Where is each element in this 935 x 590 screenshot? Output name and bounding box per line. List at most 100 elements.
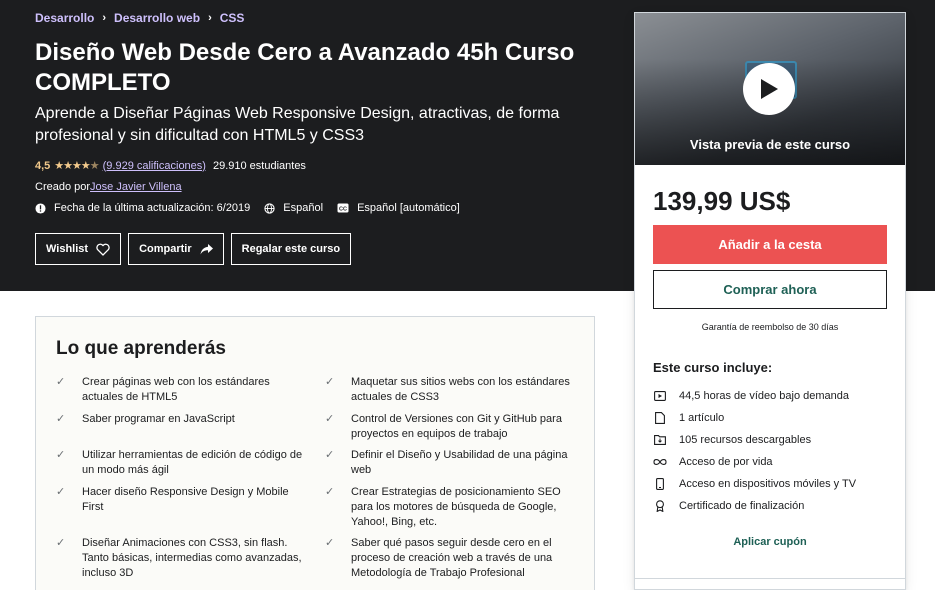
learn-item: ✓ Diseñar Animaciones con CSS3, sin flash… [56,536,311,581]
language: Español [264,202,323,214]
includes-item: Certificado de finalización [653,495,856,517]
includes-title: Este curso incluye: [653,360,773,375]
rating-row: 4,5 ★★★★★ (9.929 calificaciones) 29.910 … [35,159,306,173]
course-subtitle: Aprende a Diseñar Páginas Web Responsive… [35,105,560,144]
breadcrumb-item-desarrollo[interactable]: Desarrollo [35,11,94,25]
includes-item: Acceso en dispositivos móviles y TV [653,473,856,495]
learn-item-text: Definir el Diseño y Usabilidad de una pá… [351,449,568,476]
heart-icon [96,243,110,256]
learn-item-text: Maquetar sus sitios webs con los estánda… [351,376,570,403]
includes-item-text: Acceso de por vida [679,456,773,468]
learn-item-text: Control de Versiones con Git y GitHub pa… [351,413,562,440]
learn-item: ✓ Saber qué pasos seguir desde cero en el… [325,536,580,581]
svg-text:CC: CC [339,206,347,212]
course-meta: Fecha de la última actualización: 6/2019… [35,202,474,214]
video-icon [653,391,667,401]
includes-item: 44,5 horas de vídeo bajo demanda [653,385,856,407]
share-label: Compartir [139,243,192,255]
money-back-guarantee: Garantía de reembolso de 30 días [701,322,839,332]
learn-item-text: Utilizar herramientas de edición de códi… [82,449,303,476]
learn-list-right: ✓ Maquetar sus sitios webs con los estánd… [325,375,580,581]
language-text: Español [283,202,324,214]
course-preview[interactable]: Vista previa de este curso [635,13,905,165]
students-count: 29.910 estudiantes [212,159,306,172]
learn-item-text: Saber programar en JavaScript [82,413,235,425]
learn-item: ✓ Utilizar herramientas de edición de cód… [56,448,311,485]
rating-number: 4,5 [35,159,51,172]
check-icon: ✓ [56,413,66,425]
purchase-sidebar: Vista previa de este curso 139,99 US$ Añ… [634,12,906,590]
course-actions: Wishlist Compartir Regalar este curso [35,233,358,265]
infinity-icon [653,458,667,466]
check-icon: ✓ [325,449,335,461]
learn-item: ✓ Maquetar sus sitios webs con los estánd… [325,375,580,412]
apply-coupon-link[interactable]: Aplicar cupón [635,536,905,548]
ratings-count-link[interactable]: (9.929 calificaciones) [103,160,206,172]
check-icon: ✓ [56,486,66,498]
sidebar-divider [635,578,905,579]
closed-captions-icon: CC [337,203,349,213]
learn-item: ✓ Control de Versiones con Git y GitHub p… [325,412,580,448]
includes-item: 105 recursos descargables [653,429,856,451]
last-update: Fecha de la última actualización: 6/2019 [35,202,250,214]
learn-list-left: ✓ Crear páginas web con los estándares ac… [56,375,311,581]
play-icon[interactable] [743,63,795,115]
check-icon: ✓ [325,486,335,498]
includes-item: 1 artículo [653,407,856,429]
wishlist-label: Wishlist [46,243,89,255]
check-icon: ✓ [325,413,335,425]
learn-item: ✓ Crear Estrategias de posicionamiento SE… [325,485,580,536]
chevron-right-icon: › [208,12,212,24]
includes-item-text: Certificado de finalización [679,500,805,512]
add-to-cart-button[interactable]: Añadir a la cesta [653,225,887,264]
gift-course-button[interactable]: Regalar este curso [230,233,352,265]
includes-item: Acceso de por vida [653,451,856,473]
learn-item: ✓ Hacer diseño Responsive Design y Mobile… [56,485,311,536]
last-update-text: Fecha de la última actualización: 6/2019 [54,202,251,214]
preview-label: Vista previa de este curso [689,137,851,152]
includes-list: 44,5 horas de vídeo bajo demanda 1 artíc… [653,385,856,517]
learn-item-text: Diseñar Animaciones con CSS3, sin flash.… [82,537,302,579]
created-by: Creado porJose Javier Villena [35,181,182,193]
wishlist-button[interactable]: Wishlist [35,233,122,265]
file-icon [653,412,667,424]
learn-item-text: Hacer diseño Responsive Design y Mobile … [82,486,289,513]
mobile-icon [653,478,667,490]
learn-item-text: Saber qué pasos seguir desde cero en el … [351,537,553,579]
captions: CC Español [automático] [337,202,460,214]
gift-course-label: Regalar este curso [241,243,341,255]
author-link[interactable]: Jose Javier Villena [90,181,182,193]
learn-item: ✓ Saber programar en JavaScript [56,412,311,448]
includes-item-text: Acceso en dispositivos móviles y TV [679,478,857,490]
learn-item: ✓ Definir el Diseño y Usabilidad de una p… [325,448,580,485]
learn-item-text: Crear páginas web con los estándares act… [82,376,270,403]
check-icon: ✓ [325,376,335,388]
what-you-will-learn: Lo que aprenderás ✓ Crear páginas web con… [35,316,595,590]
check-icon: ✓ [56,537,66,549]
learn-title: Lo que aprenderás [56,338,226,359]
learn-item-text: Crear Estrategias de posicionamiento SEO… [351,486,561,528]
check-icon: ✓ [325,537,335,549]
created-by-label: Creado por [35,181,91,193]
globe-icon [264,202,275,214]
learn-item: ✓ Crear páginas web con los estándares ac… [56,375,311,412]
course-title: Diseño Web Desde Cero a Avanzado 45h Cur… [35,39,575,96]
includes-item-text: 44,5 horas de vídeo bajo demanda [679,390,850,402]
certificate-icon [653,500,667,512]
breadcrumb-item-css[interactable]: CSS [220,11,245,25]
folder-download-icon [653,435,667,445]
alert-badge-icon [35,202,46,214]
captions-text: Español [automático] [357,202,460,214]
share-arrow-icon [200,243,213,254]
check-icon: ✓ [56,449,66,461]
chevron-right-icon: › [102,12,107,24]
check-icon: ✓ [56,376,66,388]
course-price: 139,99 US$ [653,186,791,216]
includes-item-text: 1 artículo [679,412,725,424]
star-rating-icon: ★★★★★ [54,160,99,172]
breadcrumb-item-desarrollo-web[interactable]: Desarrollo web [114,11,200,25]
includes-item-text: 105 recursos descargables [679,434,812,446]
breadcrumb: Desarrollo › Desarrollo web › CSS [35,11,244,25]
share-button[interactable]: Compartir [128,233,224,265]
buy-now-button[interactable]: Comprar ahora [653,270,887,309]
